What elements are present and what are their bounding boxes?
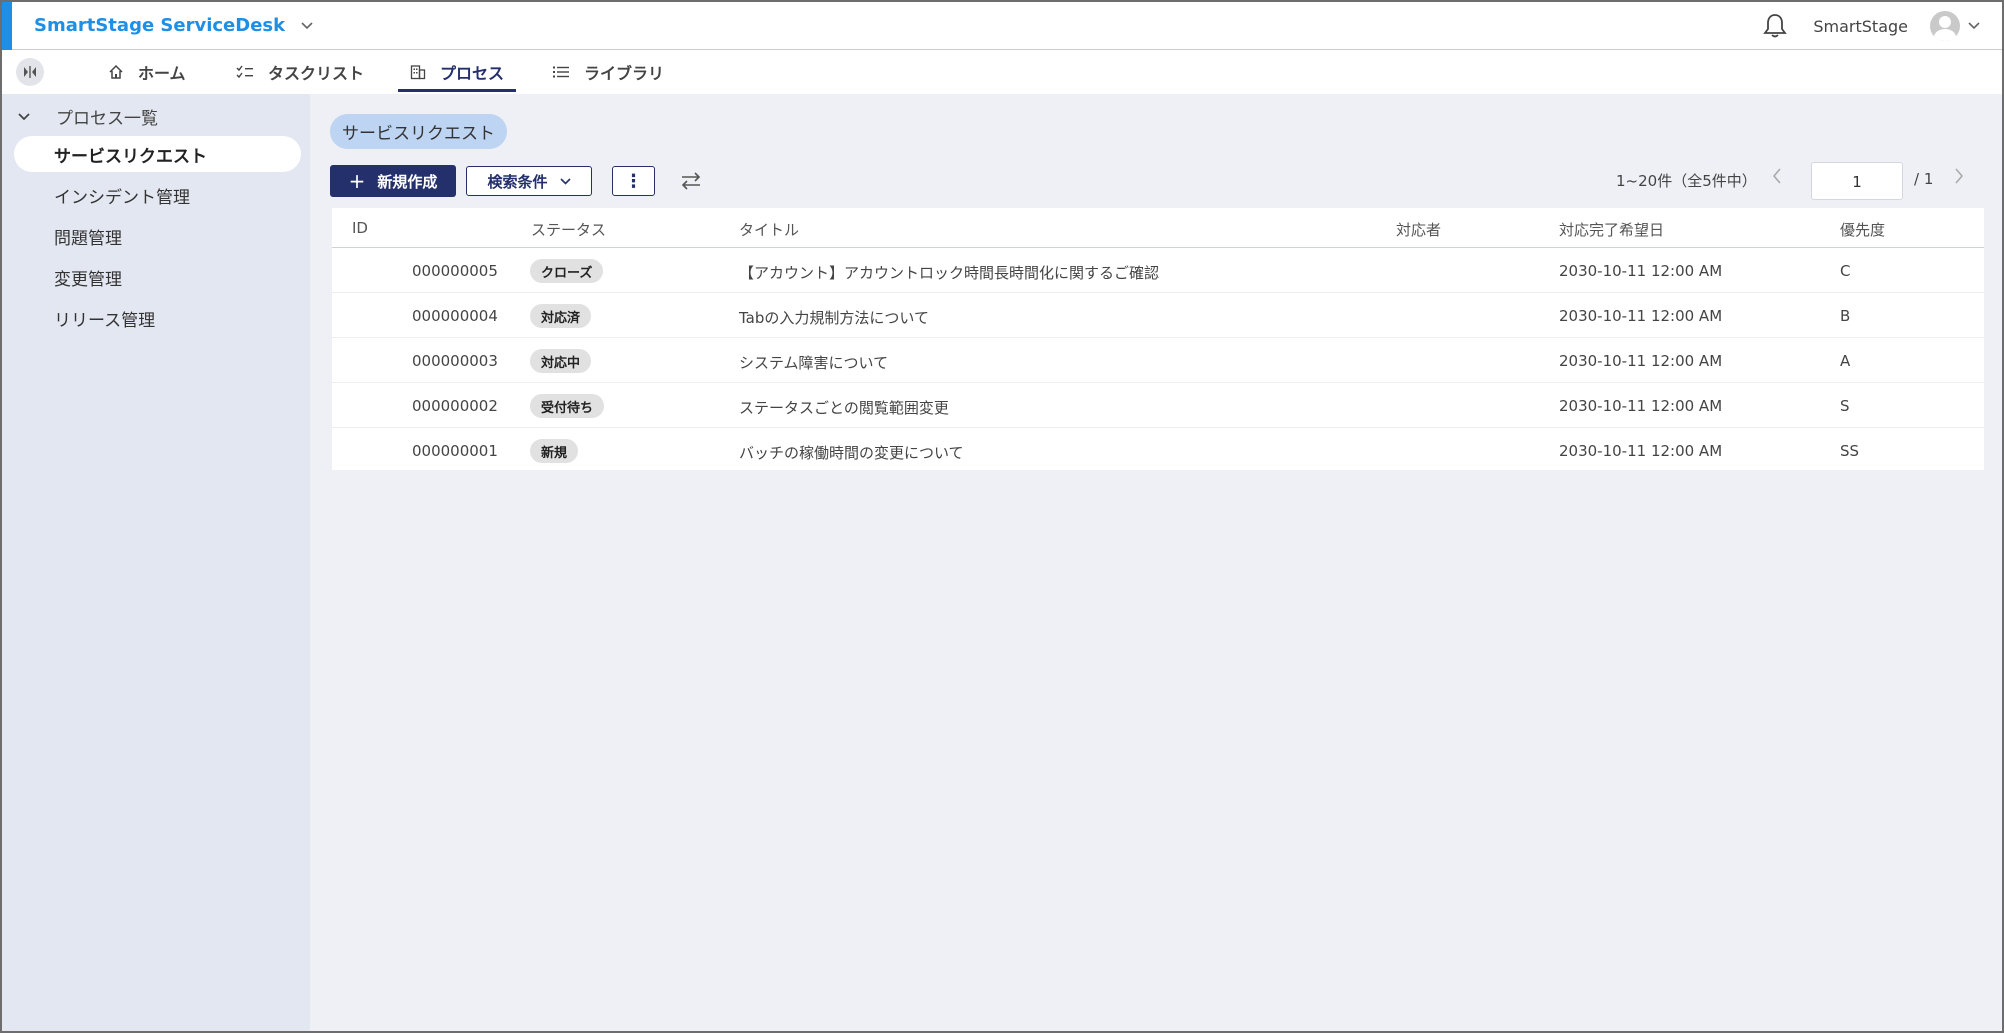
- cell-id: 000000002: [412, 397, 498, 415]
- cell-priority: A: [1840, 352, 1851, 370]
- tab-tasklist[interactable]: タスクリスト: [236, 50, 364, 94]
- chevron-down-icon: [301, 19, 313, 33]
- column-header-title[interactable]: タイトル: [739, 219, 799, 240]
- more-options-button[interactable]: ⋮: [612, 166, 655, 196]
- swap-view-button[interactable]: [678, 168, 704, 194]
- sidebar-item-service-request[interactable]: サービスリクエスト: [14, 136, 301, 172]
- avatar[interactable]: [1930, 11, 1960, 41]
- cell-id: 000000003: [412, 352, 498, 370]
- tab-library[interactable]: ライブラリ: [552, 50, 664, 94]
- bell-icon[interactable]: [1763, 13, 1788, 39]
- checklist-icon: [236, 65, 253, 79]
- sidebar-item-label: 変更管理: [54, 269, 122, 290]
- pager-range: 1~20件（全5件中）: [1616, 172, 1757, 190]
- chevron-down-icon[interactable]: [1968, 20, 1980, 33]
- brand-accent-bar: [2, 2, 12, 50]
- sidebar-item-label: サービスリクエスト: [54, 146, 207, 167]
- cell-priority: C: [1840, 262, 1851, 280]
- sidebar-item-incident[interactable]: インシデント管理: [14, 177, 301, 213]
- cell-priority: B: [1840, 307, 1851, 325]
- table-row[interactable]: 000000004 対応済 Tabの入力規制方法について 2030-10-11 …: [332, 294, 1984, 338]
- plus-icon: +: [348, 169, 366, 193]
- column-header-id[interactable]: ID: [352, 219, 368, 237]
- status-badge: 対応中: [530, 349, 592, 373]
- cell-id: 000000004: [412, 307, 498, 325]
- list-icon: [553, 66, 569, 78]
- sidebar-item-change[interactable]: 変更管理: [14, 259, 301, 295]
- chevron-down-icon: [559, 175, 571, 188]
- sidebar-item-label: リリース管理: [54, 310, 156, 331]
- status-badge: 対応済: [530, 304, 592, 328]
- collapse-icon: [24, 66, 36, 78]
- tab-label: プロセス: [440, 64, 505, 83]
- chevron-left-icon: [1772, 168, 1781, 184]
- cell-title[interactable]: バッチの稼働時間の変更について: [739, 442, 964, 463]
- cell-id: 000000005: [412, 262, 498, 280]
- header-right: SmartStage: [1763, 2, 1980, 50]
- sidebar-item-label: インシデント管理: [54, 187, 190, 208]
- process-tree-toggle[interactable]: プロセス一覧: [18, 102, 158, 130]
- new-button[interactable]: + 新規作成: [330, 165, 456, 197]
- user-name[interactable]: SmartStage: [1813, 17, 1908, 36]
- sidebar-item-problem[interactable]: 問題管理: [14, 218, 301, 254]
- tab-label: ホーム: [138, 64, 186, 83]
- home-icon: [109, 64, 123, 79]
- status-badge: クローズ: [530, 259, 604, 283]
- tab-process[interactable]: プロセス: [398, 50, 517, 94]
- cell-due-date: 2030-10-11 12:00 AM: [1559, 352, 1723, 370]
- search-conditions-button[interactable]: 検索条件: [466, 166, 592, 196]
- page-title: サービスリクエスト: [342, 124, 495, 144]
- column-header-status[interactable]: ステータス: [531, 219, 606, 240]
- table-row[interactable]: 000000002 受付待ち ステータスごとの閲覧範囲変更 2030-10-11…: [332, 384, 1984, 428]
- chevron-right-icon: [1955, 168, 1964, 184]
- cell-priority: S: [1840, 397, 1850, 415]
- column-header-due-date[interactable]: 対応完了希望日: [1559, 219, 1664, 240]
- cell-title[interactable]: ステータスごとの閲覧範囲変更: [739, 397, 949, 418]
- column-header-priority[interactable]: 優先度: [1840, 219, 1885, 240]
- new-button-label: 新規作成: [377, 172, 438, 191]
- status-badge: 受付待ち: [530, 394, 605, 418]
- cell-id: 000000001: [412, 442, 498, 460]
- app-title: SmartStage ServiceDesk: [34, 15, 286, 36]
- cell-due-date: 2030-10-11 12:00 AM: [1559, 307, 1723, 325]
- sidebar: プロセス一覧 サービスリクエスト インシデント管理 問題管理 変更管理 リリース…: [2, 94, 310, 1031]
- top-bar: SmartStage ServiceDesk SmartStage: [2, 2, 2002, 50]
- building-icon: [410, 65, 426, 80]
- pager-total: / 1: [1914, 170, 1934, 188]
- tree-group-label: プロセス一覧: [56, 108, 158, 129]
- tab-label: ライブラリ: [584, 64, 665, 83]
- pager-next-button[interactable]: [1954, 168, 1964, 189]
- service-request-table: ID ステータス タイトル 対応者 対応完了希望日 優先度 000000005 …: [332, 208, 1984, 470]
- tab-home[interactable]: ホーム: [108, 50, 186, 94]
- table-row[interactable]: 000000003 対応中 システム障害について 2030-10-11 12:0…: [332, 339, 1984, 383]
- more-vertical-icon: ⋮: [624, 170, 643, 192]
- nav-bar: ホーム タスクリスト プロセス ライブラリ: [2, 50, 2002, 94]
- search-conditions-label: 検索条件: [487, 172, 548, 191]
- sidebar-collapse-button[interactable]: [16, 58, 44, 86]
- sidebar-item-release[interactable]: リリース管理: [14, 300, 301, 336]
- cell-due-date: 2030-10-11 12:00 AM: [1559, 262, 1723, 280]
- table-row[interactable]: 000000005 クローズ 【アカウント】アカウントロック時間長時間化に関する…: [332, 249, 1984, 293]
- chevron-down-icon: [18, 106, 40, 126]
- cell-title[interactable]: Tabの入力規制方法について: [739, 307, 929, 328]
- pager-prev-button[interactable]: [1772, 168, 1782, 189]
- swap-icon: [681, 172, 701, 190]
- tab-label: タスクリスト: [268, 64, 365, 83]
- page-number-input[interactable]: 1: [1811, 162, 1903, 200]
- avatar-head: [1939, 16, 1951, 28]
- page-title-chip: サービスリクエスト: [330, 114, 507, 149]
- status-badge: 新規: [530, 439, 579, 463]
- cell-title[interactable]: システム障害について: [739, 352, 888, 373]
- column-header-assignee[interactable]: 対応者: [1396, 219, 1441, 240]
- cell-due-date: 2030-10-11 12:00 AM: [1559, 397, 1723, 415]
- sidebar-item-label: 問題管理: [54, 228, 122, 249]
- cell-due-date: 2030-10-11 12:00 AM: [1559, 442, 1723, 460]
- cell-title[interactable]: 【アカウント】アカウントロック時間長時間化に関するご確認: [739, 262, 1159, 283]
- app-window: SmartStage ServiceDesk SmartStage ホーム タス…: [0, 0, 2004, 1033]
- avatar-body: [1934, 29, 1956, 41]
- cell-priority: SS: [1840, 442, 1860, 460]
- app-switcher[interactable]: SmartStage ServiceDesk: [34, 15, 313, 36]
- table-row[interactable]: 000000001 新規 バッチの稼働時間の変更について 2030-10-11 …: [332, 429, 1984, 473]
- table-header: ID ステータス タイトル 対応者 対応完了希望日 優先度: [332, 208, 1984, 248]
